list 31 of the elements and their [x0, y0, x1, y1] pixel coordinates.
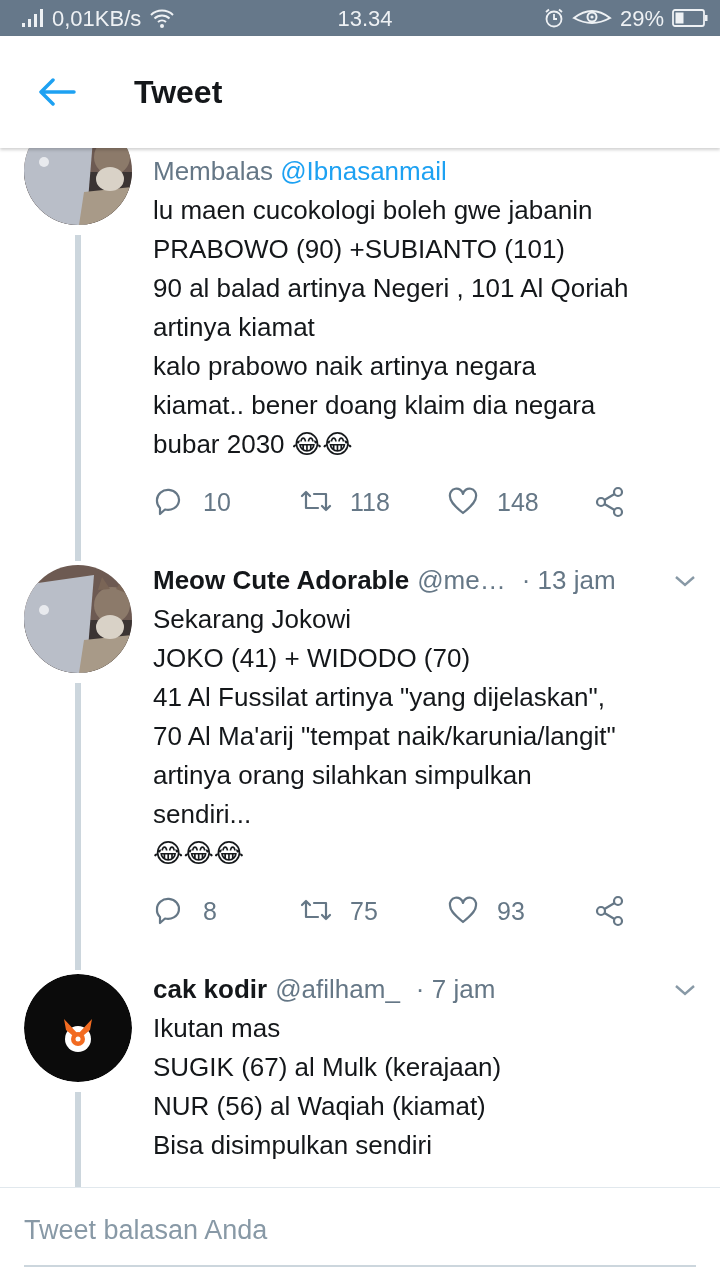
signal-icon: [22, 9, 44, 27]
tweet-time: · 13 jam: [521, 564, 616, 597]
avatar-logo-icon: [24, 974, 132, 1082]
author-name[interactable]: Meow Cute Adorable: [153, 561, 410, 600]
share-icon[interactable]: [594, 486, 626, 518]
chevron-down-icon[interactable]: [674, 573, 696, 588]
tweet-text: Sekarang Jokowi JOKO (41) + WIDODO (70) 41 Al Fussilat artinya "yang dijelaskan", 70 Al Ma'arij "tempat naik/karunia/langit" artinya orang silahkan simpulkan sendiri... 😂😂😂: [153, 603, 617, 870]
reply-count: 10: [203, 486, 231, 518]
network-speed: 0,01KB/s: [52, 4, 142, 33]
author-name[interactable]: cak kodir: [153, 970, 268, 1009]
reply-context: Membalas @Ibnasanmail: [153, 155, 448, 188]
reply-count: 8: [203, 895, 217, 927]
clock-time: 13.34: [337, 4, 393, 33]
retweet-count: 75: [350, 895, 378, 927]
mention-link[interactable]: @Ibnasanmail: [280, 156, 447, 186]
battery-icon: [672, 9, 708, 27]
tweet-time: · 7 jam: [415, 973, 496, 1006]
page-title: Tweet: [134, 73, 223, 112]
share-icon[interactable]: [594, 895, 626, 927]
back-arrow-icon[interactable]: [38, 78, 76, 106]
wifi-icon: [149, 7, 176, 29]
author-handle[interactable]: @me…: [417, 561, 506, 600]
tweet-text: Ikutan mas SUGIK (67) al Mulk (kerajaan) NUR (56) al Waqiah (kiamat) Bisa disimpulkan sendiri: [153, 1012, 503, 1162]
like-count: 93: [497, 895, 525, 927]
alarm-icon: [543, 8, 564, 28]
like-count: 148: [497, 486, 539, 518]
tweet-text: lu maen cucokologi boleh gwe jabanin PRABOWO (90) +SUBIANTO (101) 90 al balad artinya Negeri , 101 Al Qoriah artinya kiamat kalo prabowo naik artinya negara kiamat.. bener doang klaim dia negara bubar 2030 😂😂: [153, 194, 630, 461]
retweet-count: 118: [350, 486, 390, 518]
author-handle[interactable]: @afilham_: [275, 970, 400, 1009]
battery-percent: 29%: [619, 4, 664, 33]
chevron-down-icon[interactable]: [674, 982, 696, 997]
